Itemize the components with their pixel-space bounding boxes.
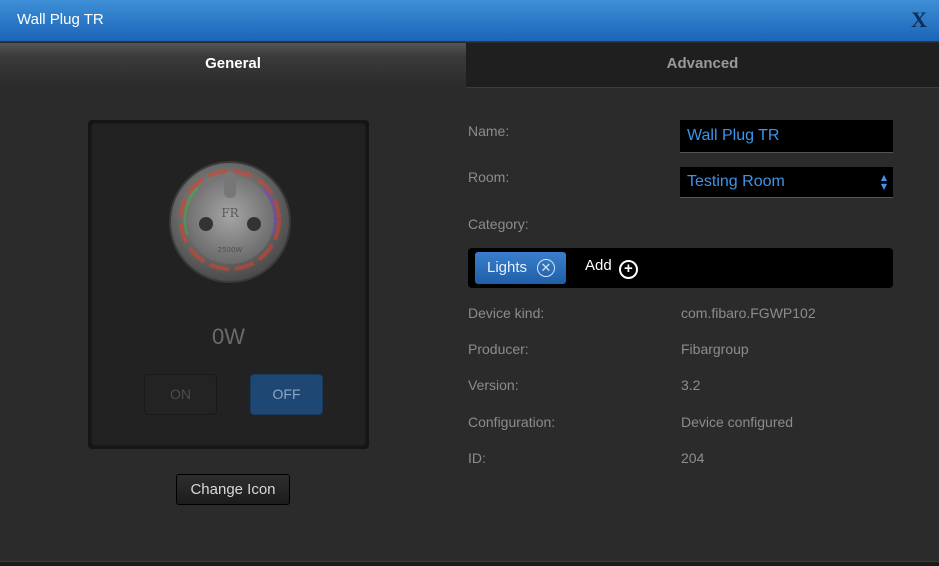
on-button[interactable]: ON xyxy=(144,374,217,415)
off-button[interactable]: OFF xyxy=(250,374,323,415)
select-arrows-icon: ▲ ▼ xyxy=(880,173,887,191)
producer-label: Producer: xyxy=(468,341,529,357)
room-label: Room: xyxy=(468,169,510,185)
title-bar: Wall Plug TR X xyxy=(0,0,939,42)
device-kind-value: com.fibaro.FGWP102 xyxy=(681,305,816,321)
device-kind-label: Device kind: xyxy=(468,305,545,321)
category-field: Lights ✕ Add + xyxy=(468,248,893,288)
remove-category-icon[interactable]: ✕ xyxy=(537,259,555,277)
room-select[interactable]: Testing Room ▲ ▼ xyxy=(680,167,893,198)
tab-general[interactable]: General xyxy=(0,43,466,88)
id-value: 204 xyxy=(681,450,705,466)
version-value: 3.2 xyxy=(681,377,701,393)
category-label: Category: xyxy=(468,216,529,232)
name-field[interactable] xyxy=(680,120,893,153)
change-icon-button[interactable]: Change Icon xyxy=(176,474,290,505)
configuration-value: Device configured xyxy=(681,414,794,430)
window-title: Wall Plug TR xyxy=(17,11,104,28)
version-label: Version: xyxy=(468,377,519,393)
add-category-button[interactable]: Add + xyxy=(585,257,638,279)
configuration-label: Configuration: xyxy=(468,414,556,430)
wall-plug-icon: FR 2500W xyxy=(169,161,291,283)
power-reading: 0W xyxy=(212,324,245,349)
name-label: Name: xyxy=(468,123,510,139)
svg-text:FR: FR xyxy=(221,206,239,220)
category-chip-lights[interactable]: Lights ✕ xyxy=(475,252,566,284)
category-chip-label: Lights xyxy=(487,259,528,276)
plus-circle-icon: + xyxy=(618,260,638,279)
device-preview-panel: FR 2500W 0W ON OFF xyxy=(88,120,369,449)
id-label: ID: xyxy=(468,450,486,466)
room-select-value: Testing Room xyxy=(687,173,785,190)
bottom-divider xyxy=(0,561,939,566)
close-icon[interactable]: X xyxy=(911,7,927,33)
svg-text:2500W: 2500W xyxy=(218,246,243,254)
tab-advanced[interactable]: Advanced xyxy=(466,43,939,88)
producer-value: Fibargroup xyxy=(681,341,749,357)
add-category-label: Add xyxy=(585,257,612,274)
